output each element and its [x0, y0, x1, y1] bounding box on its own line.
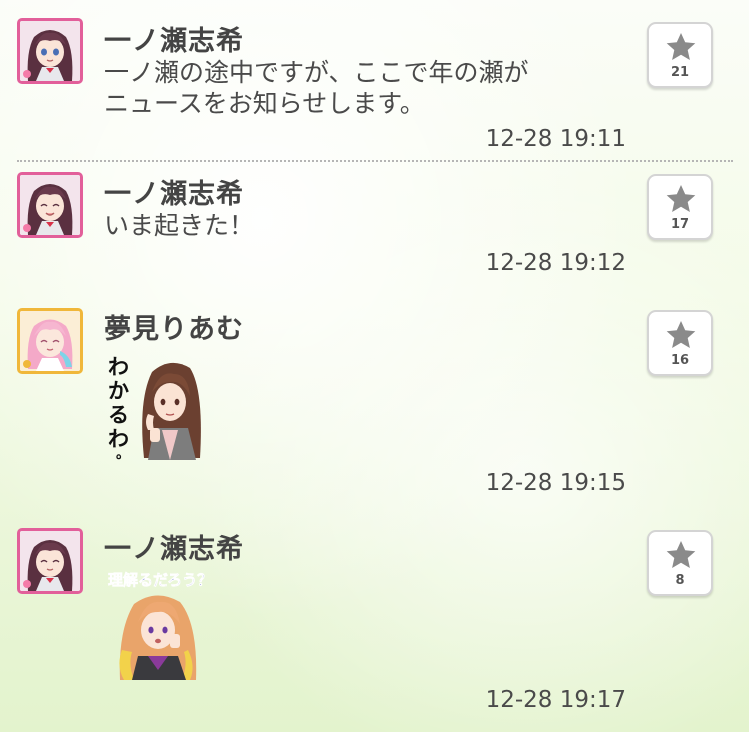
post-timestamp: 12-28 19:17 — [485, 687, 626, 713]
sticker-text-line: わ — [108, 355, 129, 379]
riamu-avatar-icon — [20, 311, 80, 371]
star-count: 16 — [670, 353, 690, 368]
star-button[interactable]: 8 — [647, 530, 713, 596]
avatar[interactable] — [17, 172, 83, 238]
star-button[interactable]: 17 — [647, 174, 713, 240]
post-timestamp: 12-28 19:12 — [485, 250, 626, 276]
star-icon — [666, 321, 696, 348]
post-text-line: いま起きた！ — [104, 211, 255, 240]
character-sticker-orange-hair[interactable]: 理解るだろう？ — [104, 570, 224, 680]
star-count: 21 — [670, 65, 690, 80]
star-button[interactable]: 16 — [647, 310, 713, 376]
timeline-feed: 一ノ瀬志希 一ノ瀬の途中ですが、ここで年の瀬が ニュースをお知らせします。 12… — [0, 0, 749, 732]
star-icon — [666, 33, 696, 60]
post-timestamp: 12-28 19:15 — [485, 470, 626, 496]
timeline-post: 一ノ瀬志希 いま起きた！ 12-28 19:12 17 — [0, 160, 749, 295]
avatar[interactable] — [17, 18, 83, 84]
sticker-text: 理解るだろう？ — [108, 571, 212, 589]
post-timestamp: 12-28 19:11 — [485, 126, 626, 152]
post-text: 一ノ瀬の途中ですが、ここで年の瀬が ニュースをお知らせします。 — [104, 57, 529, 119]
post-text-line: 一ノ瀬の途中ですが、ここで年の瀬が — [104, 58, 529, 87]
timeline-post: 一ノ瀬志希 一ノ瀬の途中ですが、ここで年の瀬が ニュースをお知らせします。 12… — [0, 0, 749, 160]
sticker-text-line: 。 — [116, 446, 130, 460]
sticker-image: わ か る わ 。 — [108, 355, 201, 462]
author-name: 一ノ瀬志希 — [104, 26, 244, 57]
sticker-text-line: か — [108, 379, 129, 403]
author-name: 一ノ瀬志希 — [104, 179, 244, 210]
star-icon — [666, 185, 696, 212]
shiki-avatar-icon — [20, 531, 80, 591]
sticker-image: 理解るだろう？ — [108, 571, 212, 680]
post-text: いま起きた！ — [104, 210, 254, 241]
timeline-post: 夢見りあむ わ か る わ 。 12-28 19:15 16 — [0, 295, 749, 515]
star-button[interactable]: 21 — [647, 22, 713, 88]
shiki-avatar-icon — [20, 21, 80, 81]
star-count: 17 — [670, 217, 690, 232]
sticker-text-line: る — [108, 403, 129, 427]
timeline-post: 一ノ瀬志希 理解るだろう？ 12-28 19:17 8 — [0, 515, 749, 732]
author-name: 一ノ瀬志希 — [104, 534, 244, 565]
post-text-line: ニュースをお知らせします。 — [104, 89, 425, 118]
author-name: 夢見りあむ — [104, 314, 244, 345]
avatar[interactable] — [17, 308, 83, 374]
star-icon — [666, 541, 696, 568]
star-count: 8 — [675, 573, 685, 588]
avatar[interactable] — [17, 528, 83, 594]
character-sticker-brown-hair[interactable]: わ か る わ 。 — [104, 350, 214, 462]
shiki-avatar-icon — [20, 175, 80, 235]
